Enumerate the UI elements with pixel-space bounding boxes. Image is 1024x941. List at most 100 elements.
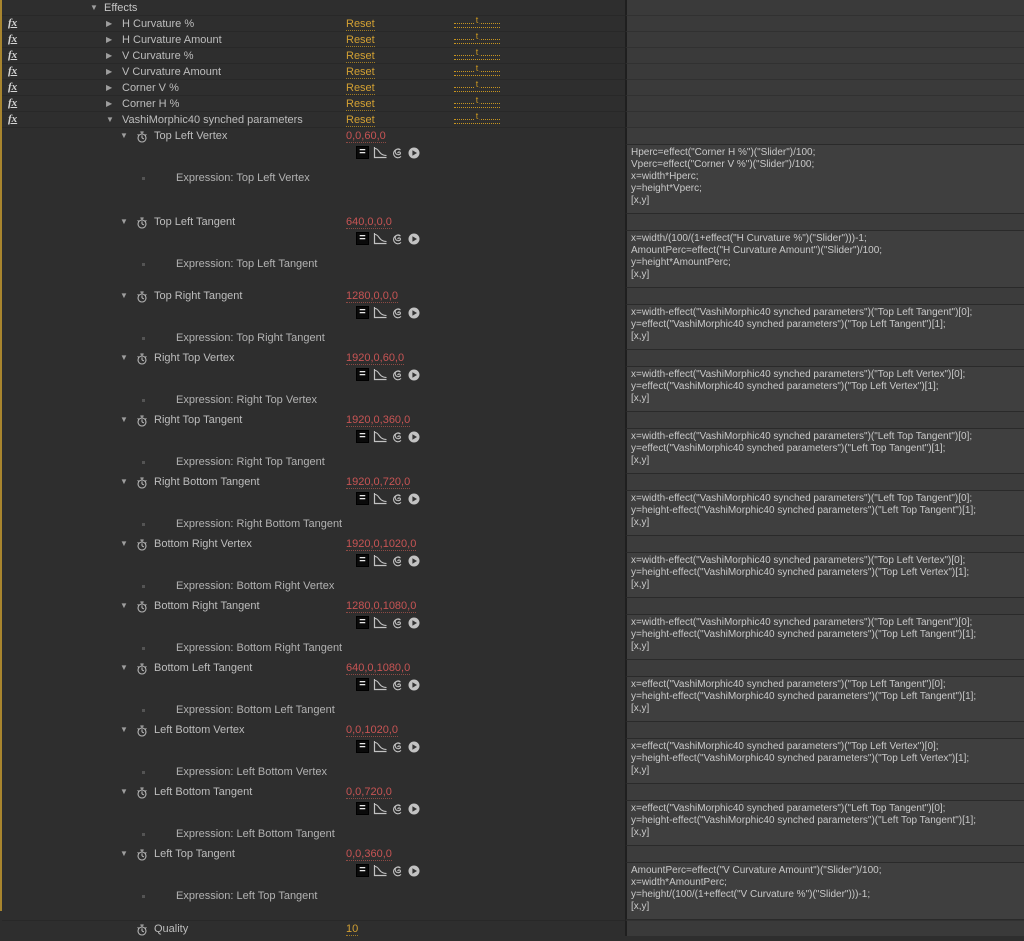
expression-text[interactable]: x=effect("VashiMorphic40 synched paramet… <box>627 801 1024 845</box>
twirl-down-icon[interactable]: ▼ <box>120 726 128 734</box>
parameter-name[interactable]: Bottom Right Tangent <box>154 600 260 612</box>
post-expression-graph-icon[interactable] <box>373 430 387 443</box>
fx-icon[interactable]: fx <box>8 65 17 77</box>
reset-button[interactable]: Reset <box>346 34 375 47</box>
expression-dots[interactable]: t <box>454 115 500 124</box>
expression-text[interactable]: x=width-effect("VashiMorphic40 synched p… <box>627 491 1024 535</box>
expression-language-menu-icon[interactable] <box>408 369 420 381</box>
parameter-name[interactable]: Bottom Left Tangent <box>154 662 252 674</box>
expression-text[interactable]: x=width-effect("VashiMorphic40 synched p… <box>627 305 1024 349</box>
expression-text[interactable]: x=effect("VashiMorphic40 synched paramet… <box>627 677 1024 721</box>
stopwatch-icon[interactable] <box>136 663 148 675</box>
twirl-down-icon[interactable]: ▼ <box>120 602 128 610</box>
twirl-icon[interactable]: ▶ <box>106 20 112 28</box>
enable-expression-icon[interactable]: = <box>356 678 369 691</box>
effect-name[interactable]: Corner H % <box>122 98 179 110</box>
parameter-value[interactable]: 1920,0,360,0 <box>346 414 410 427</box>
expression-language-menu-icon[interactable] <box>408 741 420 753</box>
post-expression-graph-icon[interactable] <box>373 678 387 691</box>
post-expression-graph-icon[interactable] <box>373 146 387 159</box>
post-expression-graph-icon[interactable] <box>373 492 387 505</box>
twirl-down-icon[interactable]: ▼ <box>120 664 128 672</box>
parameter-value[interactable]: 1280,0,1080,0 <box>346 600 416 613</box>
parameter-name[interactable]: Top Left Tangent <box>154 216 235 228</box>
expression-language-menu-icon[interactable] <box>408 865 420 877</box>
twirl-down-icon[interactable]: ▼ <box>120 540 128 548</box>
stopwatch-icon[interactable] <box>136 415 148 427</box>
enable-expression-icon[interactable]: = <box>356 802 369 815</box>
twirl-icon[interactable]: ▶ <box>106 68 112 76</box>
parameter-name[interactable]: Right Bottom Tangent <box>154 476 260 488</box>
parameter-name[interactable]: Right Top Tangent <box>154 414 242 426</box>
enable-expression-icon[interactable]: = <box>356 864 369 877</box>
expression-dots[interactable]: t <box>454 67 500 76</box>
twirl-down-icon[interactable]: ▼ <box>120 416 128 424</box>
enable-expression-icon[interactable]: = <box>356 430 369 443</box>
fx-icon[interactable]: fx <box>8 113 17 125</box>
stopwatch-icon[interactable] <box>136 787 148 799</box>
post-expression-graph-icon[interactable] <box>373 368 387 381</box>
stopwatch-icon[interactable] <box>136 924 148 936</box>
expression-text[interactable]: x=width-effect("VashiMorphic40 synched p… <box>627 429 1024 473</box>
parameter-value[interactable]: 0,0,360,0 <box>346 848 392 861</box>
reset-button[interactable]: Reset <box>346 114 375 127</box>
reset-button[interactable]: Reset <box>346 98 375 111</box>
fx-icon[interactable]: fx <box>8 81 17 93</box>
parameter-name[interactable]: Left Top Tangent <box>154 848 235 860</box>
post-expression-graph-icon[interactable] <box>373 802 387 815</box>
stopwatch-icon[interactable] <box>136 539 148 551</box>
pick-whip-icon[interactable] <box>391 679 404 691</box>
expression-text[interactable]: x=effect("VashiMorphic40 synched paramet… <box>627 739 1024 783</box>
stopwatch-icon[interactable] <box>136 725 148 737</box>
enable-expression-icon[interactable]: = <box>356 146 369 159</box>
enable-expression-icon[interactable]: = <box>356 740 369 753</box>
twirl-down-icon[interactable]: ▼ <box>90 4 98 12</box>
fx-icon[interactable]: fx <box>8 97 17 109</box>
enable-expression-icon[interactable]: = <box>356 554 369 567</box>
pick-whip-icon[interactable] <box>391 803 404 815</box>
post-expression-graph-icon[interactable] <box>373 306 387 319</box>
stopwatch-icon[interactable] <box>136 601 148 613</box>
post-expression-graph-icon[interactable] <box>373 232 387 245</box>
effect-name[interactable]: H Curvature Amount <box>122 34 222 46</box>
enable-expression-icon[interactable]: = <box>356 492 369 505</box>
expression-dots[interactable]: t <box>454 51 500 60</box>
expression-dots[interactable]: t <box>454 99 500 108</box>
parameter-name[interactable]: Top Left Vertex <box>154 130 227 142</box>
pick-whip-icon[interactable] <box>391 369 404 381</box>
twirl-down-icon[interactable]: ▼ <box>120 788 128 796</box>
twirl-icon[interactable]: ▼ <box>106 116 114 124</box>
fx-icon[interactable]: fx <box>8 33 17 45</box>
enable-expression-icon[interactable]: = <box>356 232 369 245</box>
parameter-value[interactable]: 0,0,720,0 <box>346 786 392 799</box>
expression-text[interactable]: x=width/(100/(1+effect("H Curvature %")(… <box>627 231 1024 287</box>
twirl-down-icon[interactable]: ▼ <box>120 132 128 140</box>
twirl-icon[interactable]: ▶ <box>106 52 112 60</box>
post-expression-graph-icon[interactable] <box>373 740 387 753</box>
twirl-icon[interactable]: ▶ <box>106 100 112 108</box>
parameter-value[interactable]: 1920,0,720,0 <box>346 476 410 489</box>
parameter-name[interactable]: Right Top Vertex <box>154 352 235 364</box>
effect-name[interactable]: H Curvature % <box>122 18 194 30</box>
fx-icon[interactable]: fx <box>8 17 17 29</box>
parameter-value[interactable]: 0,0,1020,0 <box>346 724 398 737</box>
parameter-value[interactable]: 0,0,60,0 <box>346 130 386 143</box>
stopwatch-icon[interactable] <box>136 131 148 143</box>
expression-dots[interactable]: t <box>454 35 500 44</box>
parameter-value[interactable]: 640,0,0,0 <box>346 216 392 229</box>
parameter-value[interactable]: 1920,0,1020,0 <box>346 538 416 551</box>
reset-button[interactable]: Reset <box>346 18 375 31</box>
stopwatch-icon[interactable] <box>136 849 148 861</box>
stopwatch-icon[interactable] <box>136 477 148 489</box>
twirl-down-icon[interactable]: ▼ <box>120 218 128 226</box>
enable-expression-icon[interactable]: = <box>356 306 369 319</box>
pick-whip-icon[interactable] <box>391 307 404 319</box>
expression-language-menu-icon[interactable] <box>408 493 420 505</box>
effect-name[interactable]: Corner V % <box>122 82 179 94</box>
parameter-value[interactable]: 1280,0,0,0 <box>346 290 398 303</box>
effect-name[interactable]: V Curvature Amount <box>122 66 221 78</box>
stopwatch-icon[interactable] <box>136 291 148 303</box>
pick-whip-icon[interactable] <box>391 233 404 245</box>
stopwatch-icon[interactable] <box>136 353 148 365</box>
post-expression-graph-icon[interactable] <box>373 554 387 567</box>
